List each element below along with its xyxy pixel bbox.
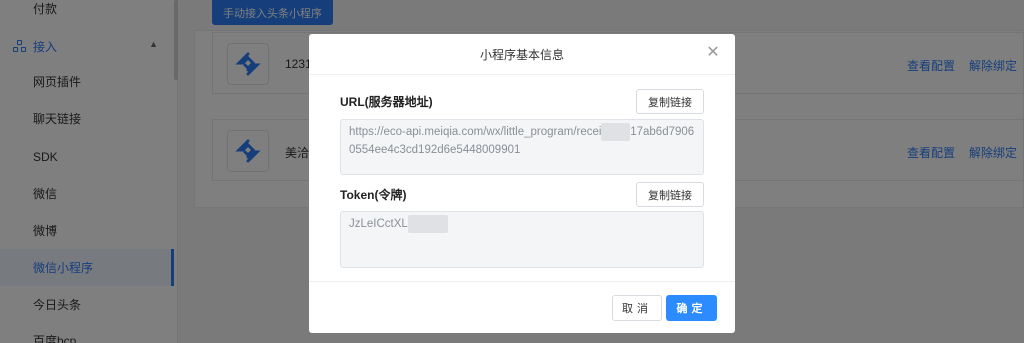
dialog-title: 小程序基本信息 <box>309 34 735 75</box>
token-label: Token(令牌) <box>340 188 407 202</box>
dialog-footer: 取消 确定 <box>309 281 735 333</box>
mini-program-info-dialog: 小程序基本信息 ✕ URL(服务器地址) 复制链接 https://eco-ap… <box>309 34 735 333</box>
url-label: URL(服务器地址) <box>340 95 433 109</box>
cancel-button[interactable]: 取消 <box>612 295 662 321</box>
close-icon[interactable]: ✕ <box>705 45 721 61</box>
url-value-start: https://eco-api.meiqia.com/wx/little_pro… <box>349 126 602 138</box>
token-value: JzLeICctXL <box>349 218 408 230</box>
masked-text: xxxxxxx <box>407 215 449 233</box>
copy-token-button[interactable]: 复制链接 <box>636 182 704 207</box>
token-field[interactable]: JzLeICctXLxxxxxxx <box>340 211 704 268</box>
masked-text: xxxxx <box>601 123 631 141</box>
copy-url-button[interactable]: 复制链接 <box>636 89 704 114</box>
confirm-button[interactable]: 确定 <box>666 295 717 321</box>
url-field[interactable]: https://eco-api.meiqia.com/wx/little_pro… <box>340 119 704 175</box>
